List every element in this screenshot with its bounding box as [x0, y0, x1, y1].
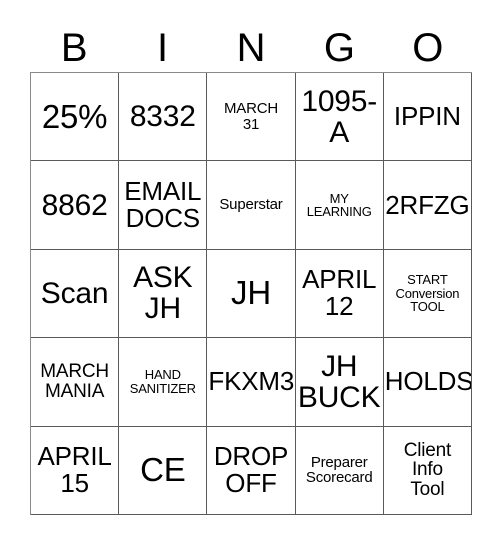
bingo-cell[interactable]: Client Info Tool — [383, 426, 472, 515]
bingo-cell-label: MARCH MANIA — [40, 361, 109, 402]
bingo-cell[interactable]: EMAIL DOCS — [119, 161, 208, 250]
bingo-cell[interactable]: 8332 — [119, 73, 208, 162]
bingo-cell[interactable]: MARCH 31 — [207, 73, 296, 162]
bingo-cell[interactable]: JH BUCK — [295, 338, 384, 427]
bingo-cell[interactable]: START Conversion TOOL — [383, 249, 472, 339]
bingo-cell[interactable]: 25% — [31, 73, 120, 162]
bingo-cell-label: IPPIN — [393, 101, 461, 132]
bingo-cell[interactable]: DROP OFF — [207, 426, 296, 515]
bingo-header-letter-o: O — [412, 26, 444, 70]
bingo-cell-label: JH BUCK — [297, 349, 381, 414]
bingo-cell-label: Superstar — [219, 196, 283, 214]
bingo-cell-label: 1095- A — [301, 84, 378, 149]
bingo-header-letter-i: I — [157, 26, 169, 70]
bingo-header-letter-b: B — [60, 26, 88, 70]
bingo-cell-label: 8862 — [41, 188, 108, 222]
bingo-cell-label: ASK JH — [133, 261, 193, 326]
bingo-cell-label: APRIL 12 — [302, 264, 377, 322]
bingo-cell-label: START Conversion TOOL — [395, 272, 460, 315]
bingo-cell-label: Preparer Scorecard — [305, 453, 373, 487]
bingo-cell[interactable]: MARCH MANIA — [31, 338, 120, 427]
bingo-cell-label: HAND SANITIZER — [129, 367, 196, 396]
bingo-cell[interactable]: Preparer Scorecard — [295, 426, 384, 515]
bingo-header-letter-g: G — [323, 26, 355, 70]
bingo-cell[interactable]: 2RFZG — [383, 161, 472, 250]
bingo-cell[interactable]: HOLDS — [383, 338, 472, 427]
bingo-cell-label: HOLDS — [384, 366, 472, 397]
bingo-cell-label: Client Info Tool — [403, 439, 452, 501]
bingo-cell-label: MARCH 31 — [223, 100, 278, 133]
bingo-cell-label: FKXM3 — [208, 366, 295, 397]
bingo-cell[interactable]: ASK JH — [119, 249, 208, 339]
bingo-cell-label: JH — [231, 274, 271, 312]
bingo-cell-label: 25% — [41, 97, 108, 135]
bingo-cell[interactable]: MY LEARNING — [295, 161, 384, 250]
bingo-cell[interactable]: 8862 — [31, 161, 120, 250]
bingo-cell-label: MY LEARNING — [306, 190, 372, 220]
bingo-cell[interactable]: APRIL 12 — [295, 249, 384, 339]
bingo-cell[interactable]: JH — [207, 249, 296, 339]
bingo-cell-label: DROP OFF — [213, 441, 289, 499]
bingo-grid: 25% 8332 MARCH 31 1095- A IPPIN 8862 EMAIL DOC… — [30, 72, 472, 515]
bingo-cell-label: Scan — [40, 276, 109, 310]
bingo-cell-label: EMAIL DOCS — [124, 176, 202, 234]
bingo-cell-label: 8332 — [129, 100, 196, 134]
bingo-card: B I N G O 25% 8332 MARCH 31 1095- A IPPIN 886… — [0, 0, 500, 544]
bingo-cell[interactable]: Superstar — [207, 161, 296, 250]
bingo-header-row: B I N G O — [30, 24, 472, 72]
bingo-header-letter-n: N — [236, 26, 266, 70]
bingo-cell[interactable]: FKXM3 — [207, 338, 296, 427]
bingo-cell[interactable]: IPPIN — [383, 73, 472, 162]
bingo-cell-label: APRIL 15 — [37, 441, 112, 499]
bingo-cell[interactable]: HAND SANITIZER — [119, 338, 208, 427]
bingo-cell[interactable]: Scan — [31, 249, 120, 339]
bingo-cell[interactable]: APRIL 15 — [31, 426, 120, 515]
bingo-cell[interactable]: 1095- A — [295, 73, 384, 162]
bingo-cell[interactable]: CE — [119, 426, 208, 515]
bingo-cell-label: 2RFZG — [385, 189, 470, 220]
bingo-cell-label: CE — [140, 451, 186, 489]
